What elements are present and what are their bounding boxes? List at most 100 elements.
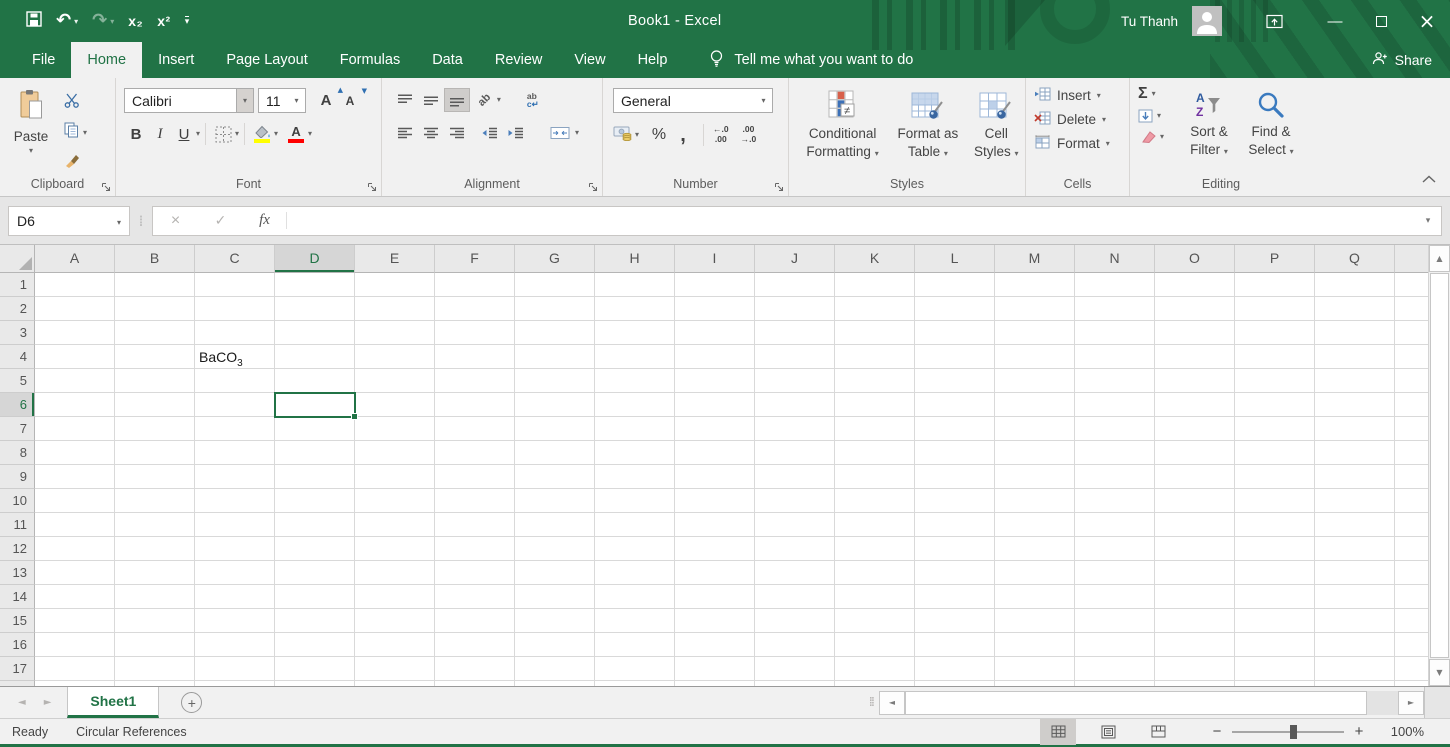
row-header-7[interactable]: 7 (0, 417, 35, 441)
find-select-button[interactable]: Find & Select ▾ (1240, 83, 1302, 159)
cut-button[interactable] (64, 93, 87, 113)
row-header-13[interactable]: 13 (0, 561, 35, 585)
row-header-1[interactable]: 1 (0, 273, 35, 297)
italic-button[interactable]: I (148, 122, 172, 146)
ribbon-display-options-icon[interactable] (1254, 0, 1294, 42)
column-header-K[interactable]: K (835, 245, 915, 273)
dropdown-arrow-icon[interactable]: ▾ (83, 128, 87, 137)
number-dialog-launcher-icon[interactable] (774, 179, 784, 197)
undo-dropdown-icon[interactable]: ▾ (74, 17, 78, 26)
accounting-format-button[interactable] (613, 125, 635, 146)
tab-formulas[interactable]: Formulas (324, 42, 416, 78)
fill-handle[interactable] (351, 413, 358, 420)
dropdown-arrow-icon[interactable]: ▾ (196, 130, 200, 138)
close-button[interactable]: × (1404, 0, 1450, 42)
scroll-down-icon[interactable]: ▼ (1429, 659, 1450, 686)
user-avatar[interactable] (1192, 6, 1222, 36)
font-color-button[interactable]: A (284, 122, 308, 146)
scroll-up-icon[interactable]: ▲ (1429, 245, 1450, 272)
comma-style-button[interactable]: , (671, 123, 695, 147)
normal-view-button[interactable] (1040, 718, 1076, 745)
column-header-B[interactable]: B (115, 245, 195, 273)
column-header-A[interactable]: A (35, 245, 115, 273)
selection-box[interactable] (274, 392, 358, 420)
align-right-button[interactable] (444, 121, 470, 145)
dropdown-arrow-icon[interactable]: ▾ (235, 130, 239, 138)
grid-body[interactable]: BaCO3 (35, 273, 1428, 686)
tab-page-layout[interactable]: Page Layout (210, 42, 323, 78)
copy-button[interactable] (64, 122, 79, 143)
row-header-17[interactable]: 17 (0, 657, 35, 681)
column-header-J[interactable]: J (755, 245, 835, 273)
format-painter-button[interactable] (64, 152, 87, 173)
formula-bar-resize-handle[interactable]: ⁞ (130, 212, 152, 230)
bold-button[interactable]: B (124, 122, 148, 146)
wrap-text-button[interactable]: ab c↵ (527, 91, 539, 109)
column-header-Q[interactable]: Q (1315, 245, 1395, 273)
alignment-dialog-launcher-icon[interactable] (588, 179, 598, 197)
user-name[interactable]: Tu Thanh (1121, 14, 1178, 29)
tab-home[interactable]: Home (71, 42, 143, 78)
column-header-O[interactable]: O (1155, 245, 1235, 273)
customize-qat-icon[interactable]: ▾ (184, 15, 190, 27)
share-button[interactable]: Share (1372, 42, 1432, 78)
subscript-button[interactable]: x₂ (128, 13, 143, 29)
align-center-button[interactable] (418, 121, 444, 145)
new-sheet-button[interactable]: + (181, 692, 203, 713)
paste-button[interactable]: Paste ▾ (6, 83, 56, 173)
horizontal-scrollbar-thumb[interactable] (905, 690, 1367, 715)
sheet-tab-sheet1[interactable]: Sheet1 (67, 687, 160, 718)
column-header-E[interactable]: E (355, 245, 435, 273)
save-icon[interactable] (26, 10, 42, 32)
tab-help[interactable]: Help (622, 42, 684, 78)
row-header-2[interactable]: 2 (0, 297, 35, 321)
tab-review[interactable]: Review (479, 42, 559, 78)
conditional-formatting-button[interactable]: ≠ Conditional Formatting ▾ (797, 83, 888, 161)
column-header-D[interactable]: D (275, 245, 355, 273)
cell-C4[interactable]: BaCO3 (199, 345, 243, 369)
scroll-right-icon[interactable]: ► (1398, 690, 1424, 715)
format-as-table-button[interactable]: Format as Table ▾ (892, 83, 963, 161)
tab-insert[interactable]: Insert (142, 42, 210, 78)
dropdown-arrow-icon[interactable]: ▾ (635, 131, 639, 139)
insert-function-button[interactable]: fx (243, 212, 287, 229)
page-break-preview-button[interactable] (1140, 719, 1176, 745)
tab-data[interactable]: Data (416, 42, 479, 78)
name-box[interactable]: D6 ▾ (8, 205, 130, 236)
font-dialog-launcher-icon[interactable] (367, 179, 377, 197)
collapse-ribbon-icon[interactable] (1422, 170, 1436, 188)
sheet-nav-left-icon[interactable]: ◄ (18, 697, 26, 708)
tell-me-box[interactable]: Tell me what you want to do (709, 42, 913, 78)
clear-button[interactable]: ▾ (1138, 130, 1178, 143)
decrease-decimal-button[interactable]: .00 →.0 (741, 124, 757, 145)
borders-button[interactable] (211, 122, 235, 146)
fill-color-button[interactable] (250, 122, 274, 146)
autosum-button[interactable]: Σ ▾ (1138, 86, 1178, 102)
format-cells-button[interactable]: Format ▾ (1034, 135, 1129, 152)
cell-styles-button[interactable]: Cell Styles ▾ (968, 83, 1025, 161)
clipboard-dialog-launcher-icon[interactable] (101, 179, 111, 197)
chevron-down-icon[interactable]: ▾ (236, 89, 253, 112)
select-all-button[interactable] (0, 245, 35, 273)
chevron-down-icon[interactable]: ▾ (288, 89, 305, 112)
column-header-H[interactable]: H (595, 245, 675, 273)
insert-cells-button[interactable]: Insert ▾ (1034, 87, 1129, 104)
column-header-N[interactable]: N (1075, 245, 1155, 273)
row-header-partial[interactable] (0, 681, 35, 686)
row-header-4[interactable]: 4 (0, 345, 35, 369)
percent-style-button[interactable]: % (647, 123, 671, 147)
orientation-button[interactable]: ab ▾ (476, 91, 501, 109)
fill-button[interactable]: ▾ (1138, 109, 1178, 123)
column-header-partial[interactable] (1395, 245, 1428, 273)
sheet-nav-right-icon[interactable]: ► (44, 697, 52, 708)
dropdown-arrow-icon[interactable]: ▾ (274, 130, 278, 138)
font-size-combo[interactable]: 11 ▾ (258, 88, 306, 113)
row-header-10[interactable]: 10 (0, 489, 35, 513)
top-align-button[interactable] (392, 88, 418, 112)
underline-button[interactable]: U (172, 122, 196, 146)
chevron-down-icon[interactable]: ▾ (109, 212, 129, 230)
zoom-slider[interactable] (1232, 724, 1344, 739)
expand-formula-bar-icon[interactable]: ▾ (1415, 216, 1441, 226)
sort-filter-button[interactable]: AZ Sort & Filter ▾ (1178, 83, 1240, 159)
merge-center-button[interactable]: ▾ (550, 126, 579, 140)
